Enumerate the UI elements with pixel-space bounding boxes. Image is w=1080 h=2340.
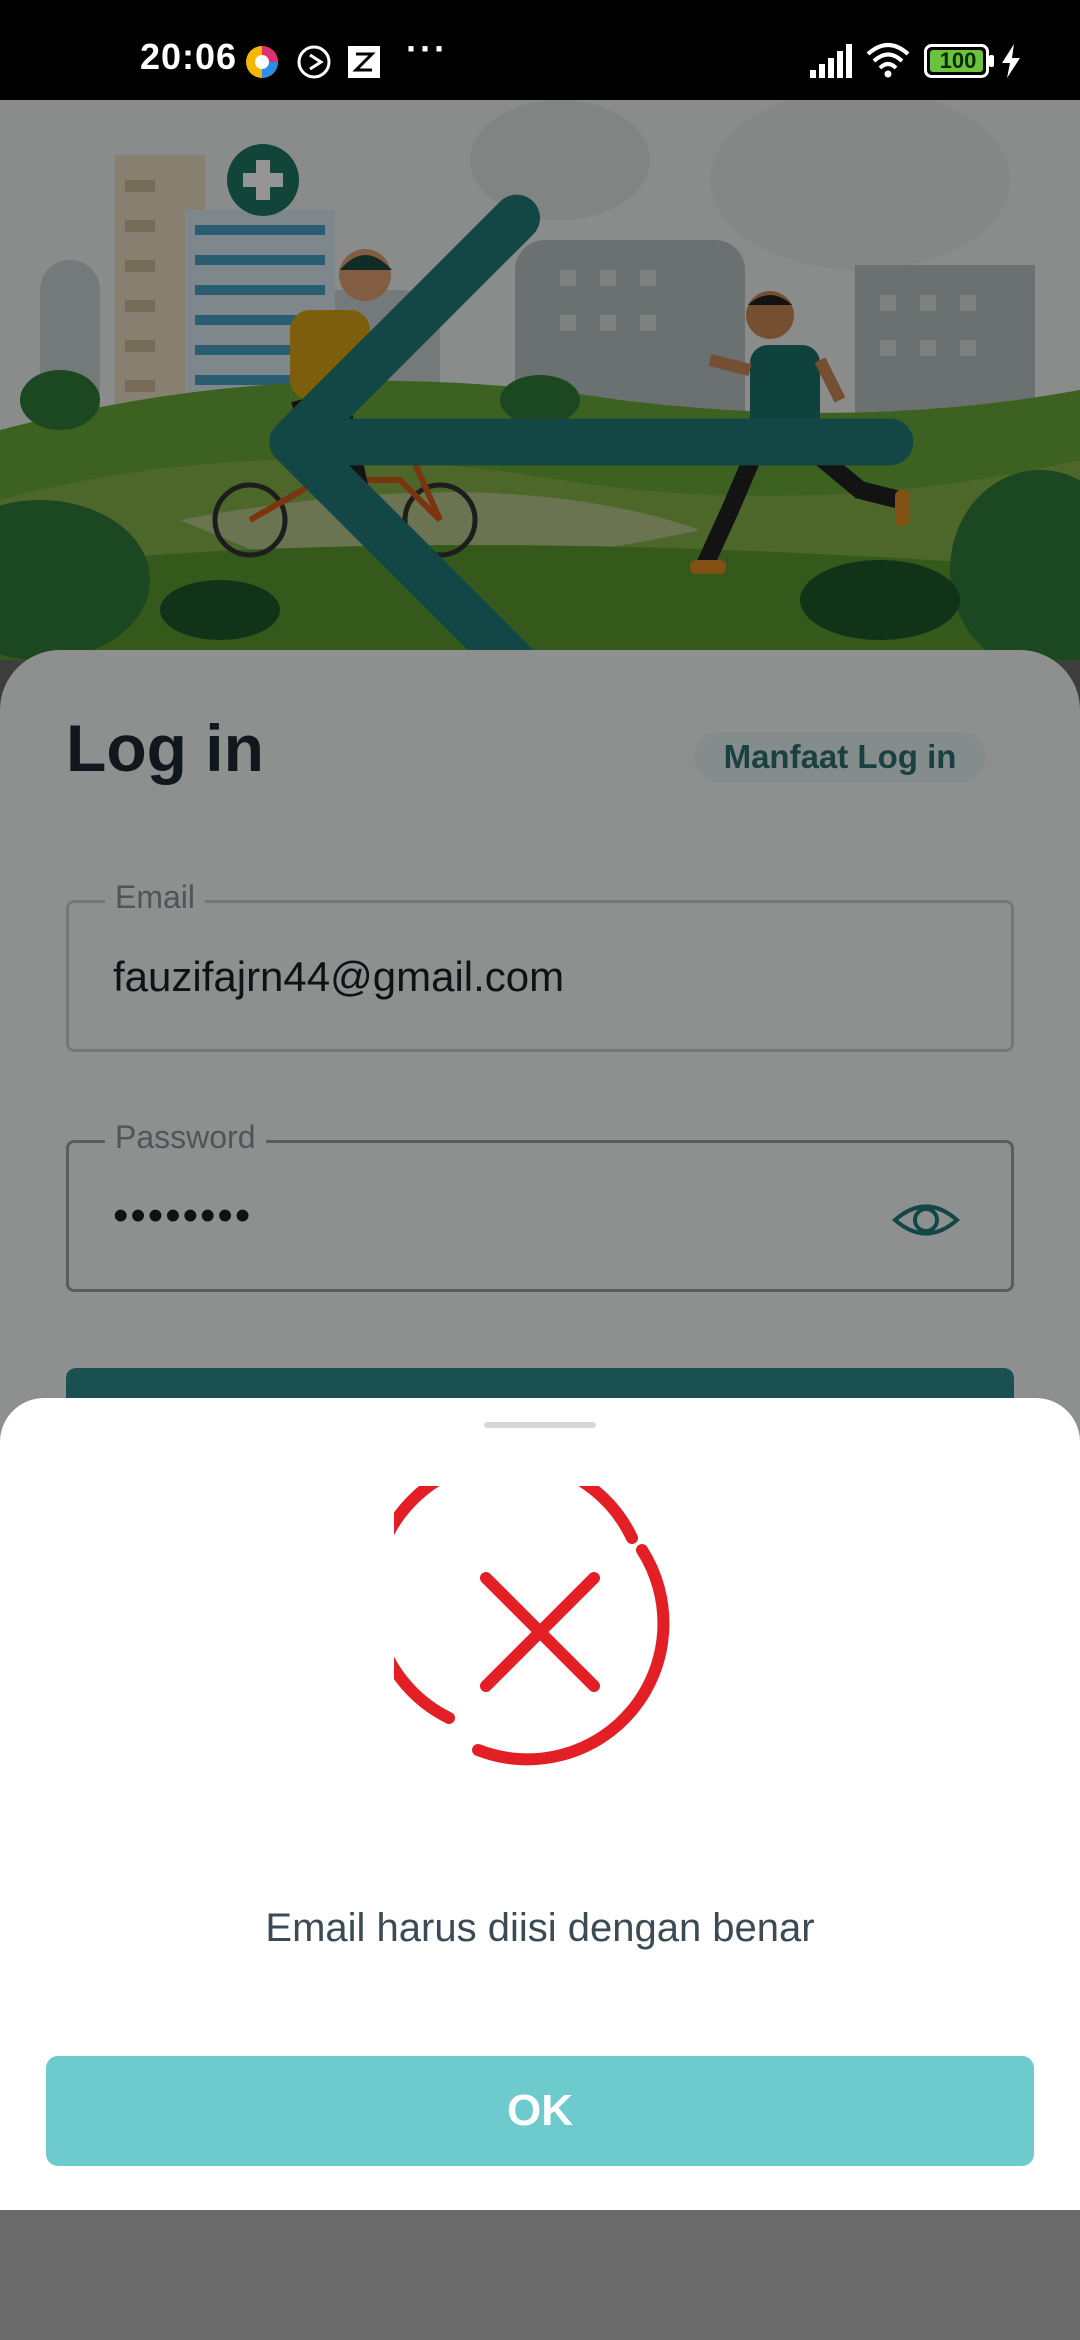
ok-button[interactable]: OK <box>46 2056 1034 2166</box>
wifi-icon <box>866 43 910 78</box>
sheet-drag-handle[interactable] <box>484 1422 596 1428</box>
signal-bars-icon <box>810 44 852 78</box>
error-message: Email harus diisi dengan benar <box>265 1906 815 1950</box>
status-bar: 20:06 ··· 100 <box>0 0 1080 100</box>
battery-level: 100 <box>939 48 977 73</box>
more-notifications-indicator: ··· <box>406 28 448 69</box>
system-nav-bar <box>0 2210 1080 2340</box>
colorful-app-icon <box>246 46 278 78</box>
bolt-icon <box>1002 44 1020 78</box>
play-circle-icon <box>297 45 331 79</box>
z-app-icon <box>348 46 380 78</box>
error-bottom-sheet: Email harus diisi dengan benar OK <box>0 1398 1080 2210</box>
error-x-circle-icon <box>394 1486 670 1766</box>
status-time: 20:06 <box>140 36 238 77</box>
